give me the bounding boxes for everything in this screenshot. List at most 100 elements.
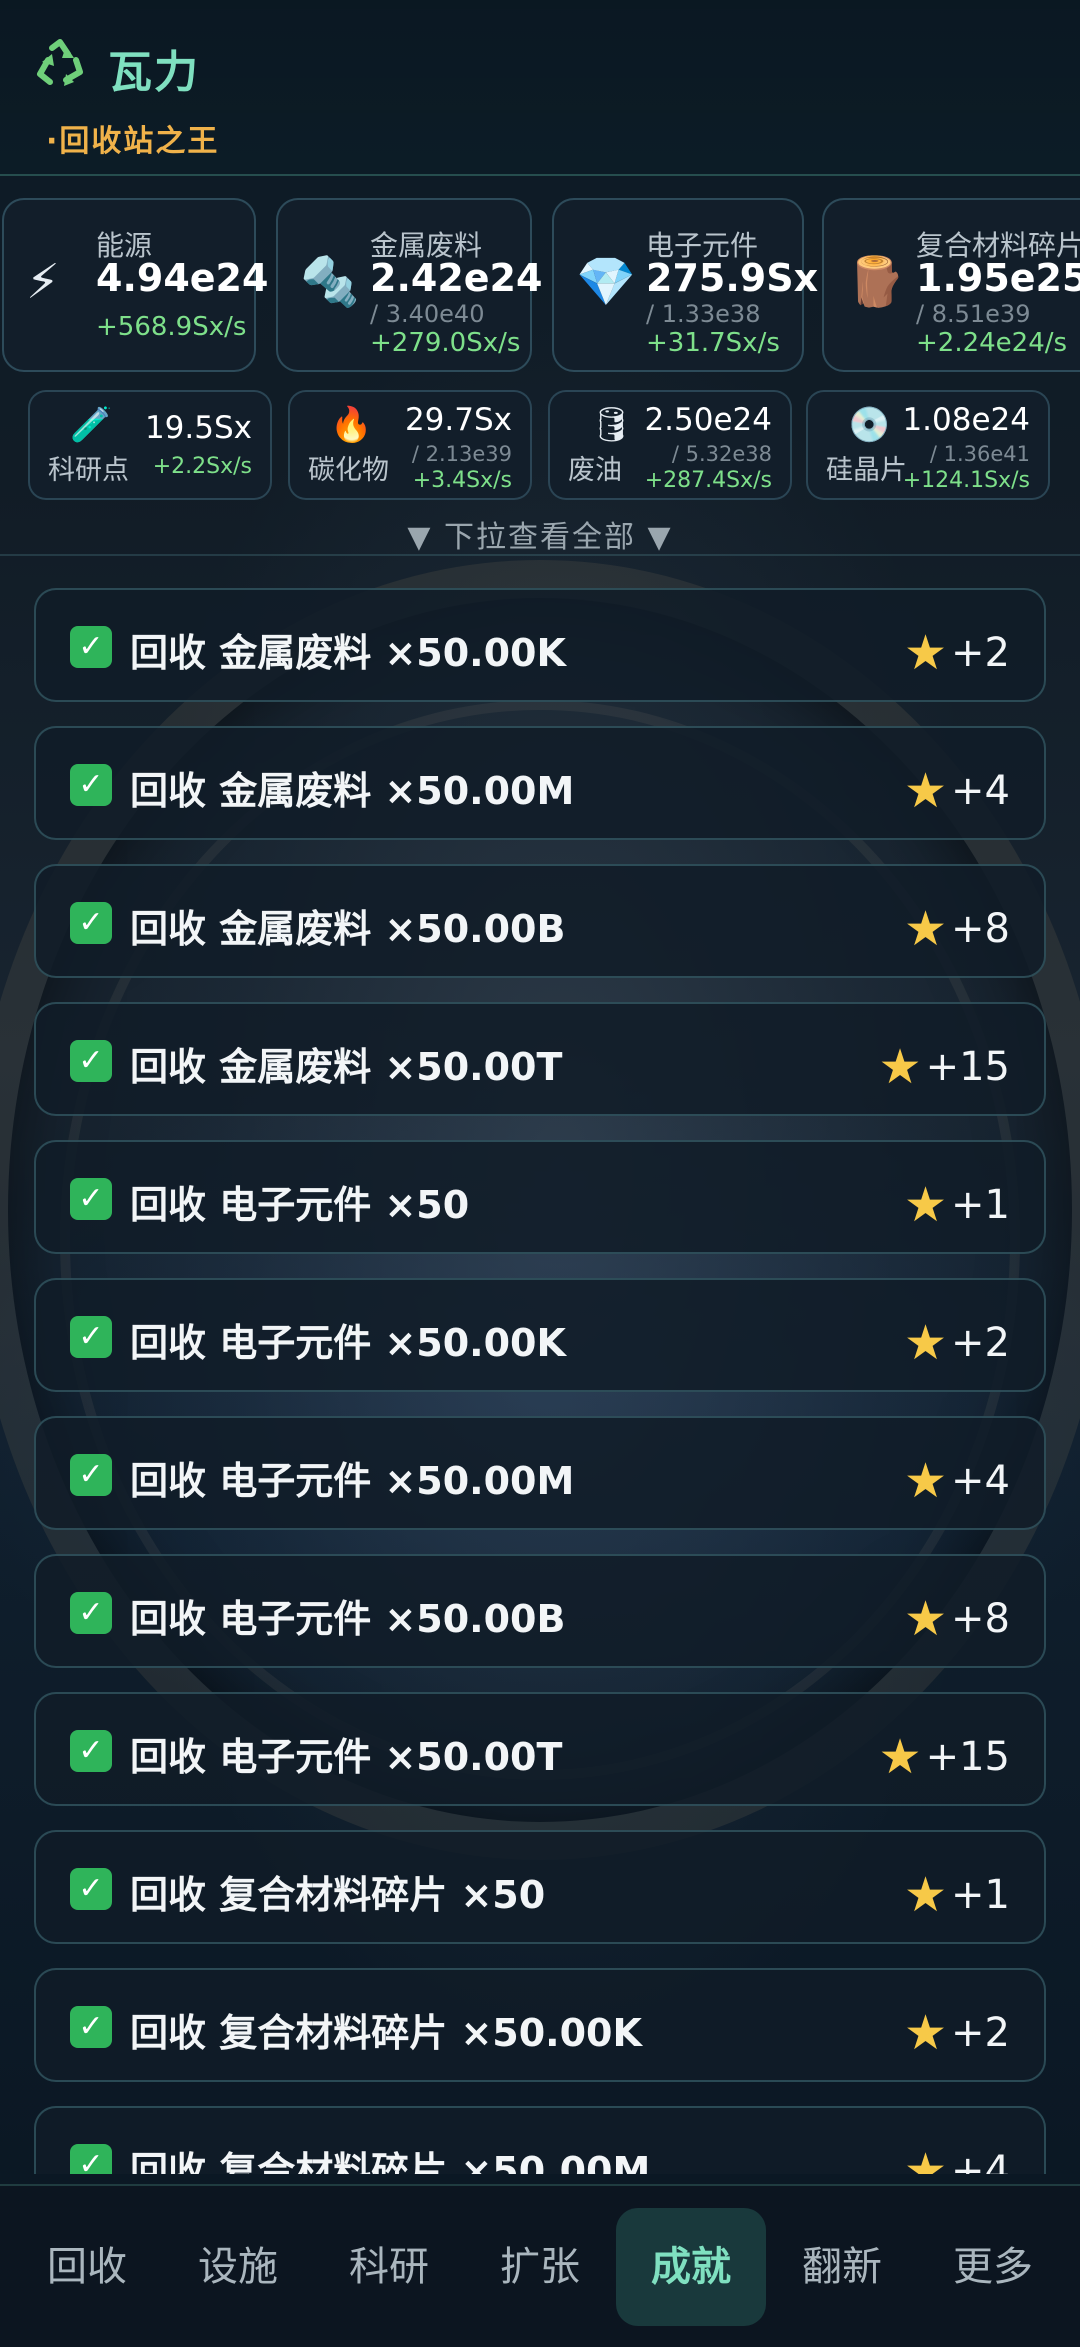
reward-value: +4 xyxy=(951,768,1010,814)
star-icon: ★ xyxy=(904,2143,948,2174)
reward-value: +8 xyxy=(951,906,1010,952)
resource-value: 275.9Sx xyxy=(646,256,819,300)
tab-research[interactable]: 科研 xyxy=(314,2208,464,2326)
achievement-item[interactable]: ✓ 回收 金属废料 ×50.00M ★ +4 xyxy=(34,726,1046,840)
tab-achievements[interactable]: 成就 xyxy=(616,2208,766,2326)
resource-capacity: / 1.36e41 xyxy=(929,442,1030,466)
player-title-badge: ·回收站之王 xyxy=(46,124,220,159)
resource-capacity: / 1.33e38 xyxy=(646,300,761,328)
checkmark-icon: ✓ xyxy=(70,1040,112,1082)
achievement-item[interactable]: ✓ 回收 复合材料碎片 ×50.00M ★ +4 xyxy=(34,2106,1046,2174)
achievement-item[interactable]: ✓ 回收 复合材料碎片 ×50.00K ★ +2 xyxy=(34,1968,1046,2082)
reward-value: +2 xyxy=(951,630,1010,676)
achievement-reward: ★ +8 xyxy=(904,898,1010,957)
resource-card-research-points[interactable]: 🧪 科研点 19.5Sx +2.2Sx/s xyxy=(28,390,272,500)
resource-value: 2.42e24 xyxy=(370,256,543,300)
star-icon: ★ xyxy=(904,1867,948,1923)
secondary-resources-row: 🧪 科研点 19.5Sx +2.2Sx/s 🔥 碳化物 29.7Sx / 2.1… xyxy=(0,390,1080,502)
pull-down-hint[interactable]: ▼ 下拉查看全部 ▼ xyxy=(0,512,1080,556)
achievement-item[interactable]: ✓ 回收 复合材料碎片 ×50 ★ +1 xyxy=(34,1830,1046,1944)
achievement-reward: ★ +15 xyxy=(879,1726,1010,1785)
resource-card-waste-oil[interactable]: 🛢 废油 2.50e24 / 5.32e38 +287.4Sx/s xyxy=(548,390,792,500)
bolt-nut-icon: 🔩 xyxy=(300,254,360,310)
resource-rate: +2.2Sx/s xyxy=(152,454,252,479)
star-icon: ★ xyxy=(904,763,948,819)
resource-name: 碳化物 xyxy=(308,455,389,486)
reward-value: +15 xyxy=(925,1734,1010,1780)
disc-icon: 💿 xyxy=(848,405,891,445)
resource-capacity: / 8.51e39 xyxy=(916,300,1031,328)
resource-card-electronics[interactable]: 💎 电子元件 275.9Sx / 1.33e38 +31.7Sx/s xyxy=(552,198,818,372)
tab-facilities[interactable]: 设施 xyxy=(163,2208,313,2326)
achievement-reward: ★ +4 xyxy=(904,1450,1010,1509)
star-icon: ★ xyxy=(904,625,948,681)
achievement-item[interactable]: ✓ 回收 电子元件 ×50.00M ★ +4 xyxy=(34,1416,1046,1530)
resource-rate: +31.7Sx/s xyxy=(646,328,780,358)
resource-rate: +2.24e24/s xyxy=(916,328,1068,358)
achievement-label: 回收 电子元件 ×50 xyxy=(130,1183,470,1227)
star-icon: ★ xyxy=(904,1177,948,1233)
achievement-reward: ★ +8 xyxy=(904,1588,1010,1647)
achievement-list[interactable]: ✓ 回收 金属废料 ×50.00K ★ +2 ✓ 回收 金属废料 ×50.00M … xyxy=(0,586,1080,2174)
app-root: 瓦力 ·回收站之王 ⚡ 能源 4.94e24 +568.9Sx/s 🔩 金属废料… xyxy=(0,0,1080,2347)
achievement-item[interactable]: ✓ 回收 电子元件 ×50.00K ★ +2 xyxy=(34,1278,1046,1392)
resource-card-metal-scrap[interactable]: 🔩 金属废料 2.42e24 / 3.40e40 +279.0Sx/s xyxy=(276,198,542,372)
achievement-label: 回收 复合材料碎片 ×50.00M xyxy=(130,2149,651,2174)
checkmark-icon: ✓ xyxy=(70,626,112,668)
checkmark-icon: ✓ xyxy=(70,1454,112,1496)
checkmark-icon: ✓ xyxy=(70,902,112,944)
achievement-label: 回收 金属废料 ×50.00M xyxy=(130,769,575,813)
achievement-reward: ★ +4 xyxy=(904,2140,1010,2174)
achievement-reward: ★ +1 xyxy=(904,1174,1010,1233)
star-icon: ★ xyxy=(904,901,948,957)
wood-log-icon: 🪵 xyxy=(846,254,906,310)
recycle-icon xyxy=(37,39,83,86)
resource-card-energy[interactable]: ⚡ 能源 4.94e24 +568.9Sx/s xyxy=(2,198,268,372)
lightning-icon: ⚡ xyxy=(26,254,60,310)
resource-value: 1.95e25 xyxy=(916,256,1080,300)
resource-card-silicon-wafer[interactable]: 💿 硅晶片 1.08e24 / 1.36e41 +124.1Sx/s xyxy=(806,390,1050,500)
resource-rate: +124.1Sx/s xyxy=(902,468,1030,493)
tab-expansion[interactable]: 扩张 xyxy=(465,2208,615,2326)
tab-renovate[interactable]: 翻新 xyxy=(767,2208,917,2326)
reward-value: +8 xyxy=(951,1596,1010,1642)
checkmark-icon: ✓ xyxy=(70,1316,112,1358)
tab-recycle[interactable]: 回收 xyxy=(12,2208,162,2326)
achievement-item[interactable]: ✓ 回收 金属废料 ×50.00T ★ +15 xyxy=(34,1002,1046,1116)
resource-card-composite[interactable]: 🪵 复合材料碎片 1.95e25 / 8.51e39 +2.24e24/s xyxy=(822,198,1080,372)
main-resources-row: ⚡ 能源 4.94e24 +568.9Sx/s 🔩 金属废料 2.42e24 /… xyxy=(0,198,1080,374)
resource-name: 科研点 xyxy=(48,455,129,486)
achievement-item[interactable]: ✓ 回收 电子元件 ×50.00B ★ +8 xyxy=(34,1554,1046,1668)
app-title: 瓦力 xyxy=(108,47,200,98)
reward-value: +4 xyxy=(951,2148,1010,2174)
reward-value: +2 xyxy=(951,2010,1010,2056)
resource-card-carbide[interactable]: 🔥 碳化物 29.7Sx / 2.13e39 +3.4Sx/s xyxy=(288,390,532,500)
star-icon: ★ xyxy=(904,1315,948,1371)
checkmark-icon: ✓ xyxy=(70,1178,112,1220)
achievement-reward: ★ +4 xyxy=(904,760,1010,819)
achievement-item[interactable]: ✓ 回收 金属废料 ×50.00B ★ +8 xyxy=(34,864,1046,978)
achievement-item[interactable]: ✓ 回收 电子元件 ×50 ★ +1 xyxy=(34,1140,1046,1254)
resource-value: 4.94e24 xyxy=(96,256,269,300)
star-icon: ★ xyxy=(904,1453,948,1509)
achievement-label: 回收 金属废料 ×50.00B xyxy=(130,907,566,951)
resource-capacity: / 2.13e39 xyxy=(411,442,512,466)
resource-capacity: / 5.32e38 xyxy=(671,442,772,466)
star-icon: ★ xyxy=(904,2005,948,2061)
checkmark-icon: ✓ xyxy=(70,764,112,806)
checkmark-icon: ✓ xyxy=(70,2006,112,2048)
tab-more[interactable]: 更多 xyxy=(918,2208,1068,2326)
oil-barrel-icon: 🛢 xyxy=(590,405,634,445)
resource-capacity: / 3.40e40 xyxy=(370,300,485,328)
achievement-reward: ★ +2 xyxy=(904,1312,1010,1371)
achievement-item[interactable]: ✓ 回收 金属废料 ×50.00K ★ +2 xyxy=(34,588,1046,702)
achievement-label: 回收 金属废料 ×50.00K xyxy=(130,631,566,675)
achievement-reward: ★ +2 xyxy=(904,622,1010,681)
reward-value: +4 xyxy=(951,1458,1010,1504)
test-tube-icon: 🧪 xyxy=(70,405,113,445)
achievement-item[interactable]: ✓ 回收 电子元件 ×50.00T ★ +15 xyxy=(34,1692,1046,1806)
star-icon: ★ xyxy=(878,1039,922,1095)
achievement-label: 回收 电子元件 ×50.00B xyxy=(130,1597,566,1641)
bottom-nav: 回收 设施 科研 扩张 成就 翻新 更多 xyxy=(0,2184,1080,2347)
achievement-reward: ★ +15 xyxy=(878,1036,1010,1095)
